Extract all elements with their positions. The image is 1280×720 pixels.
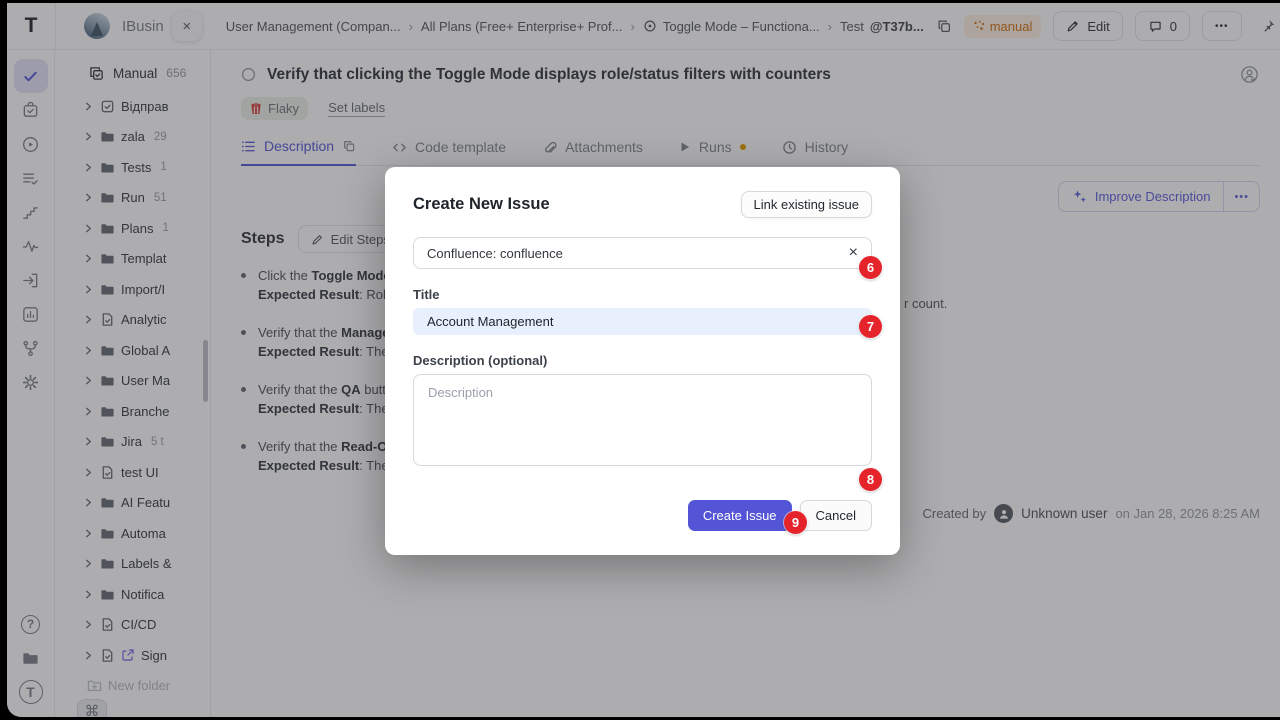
- create-issue-button[interactable]: Create Issue: [688, 500, 792, 531]
- issue-title-input[interactable]: [413, 308, 872, 335]
- link-existing-issue-button[interactable]: Link existing issue: [741, 191, 873, 218]
- title-field-label: Title: [413, 287, 872, 302]
- app-window: T IBusin × User Management (Compan... › …: [7, 3, 1280, 717]
- issue-description-textarea[interactable]: [413, 374, 872, 466]
- integration-select[interactable]: Confluence: confluence ×: [413, 237, 872, 269]
- modal-title: Create New Issue: [413, 195, 550, 214]
- annotation-badge-9: 9: [784, 511, 807, 534]
- annotation-badge-6: 6: [859, 256, 882, 279]
- integration-value: Confluence: confluence: [427, 246, 563, 261]
- annotation-badge-8: 8: [859, 468, 882, 491]
- description-field-label: Description (optional): [413, 353, 872, 368]
- create-issue-modal: Create New Issue Link existing issue Con…: [385, 167, 900, 555]
- cancel-button[interactable]: Cancel: [800, 500, 872, 531]
- annotation-badge-7: 7: [859, 315, 882, 338]
- clear-icon[interactable]: ×: [849, 245, 858, 261]
